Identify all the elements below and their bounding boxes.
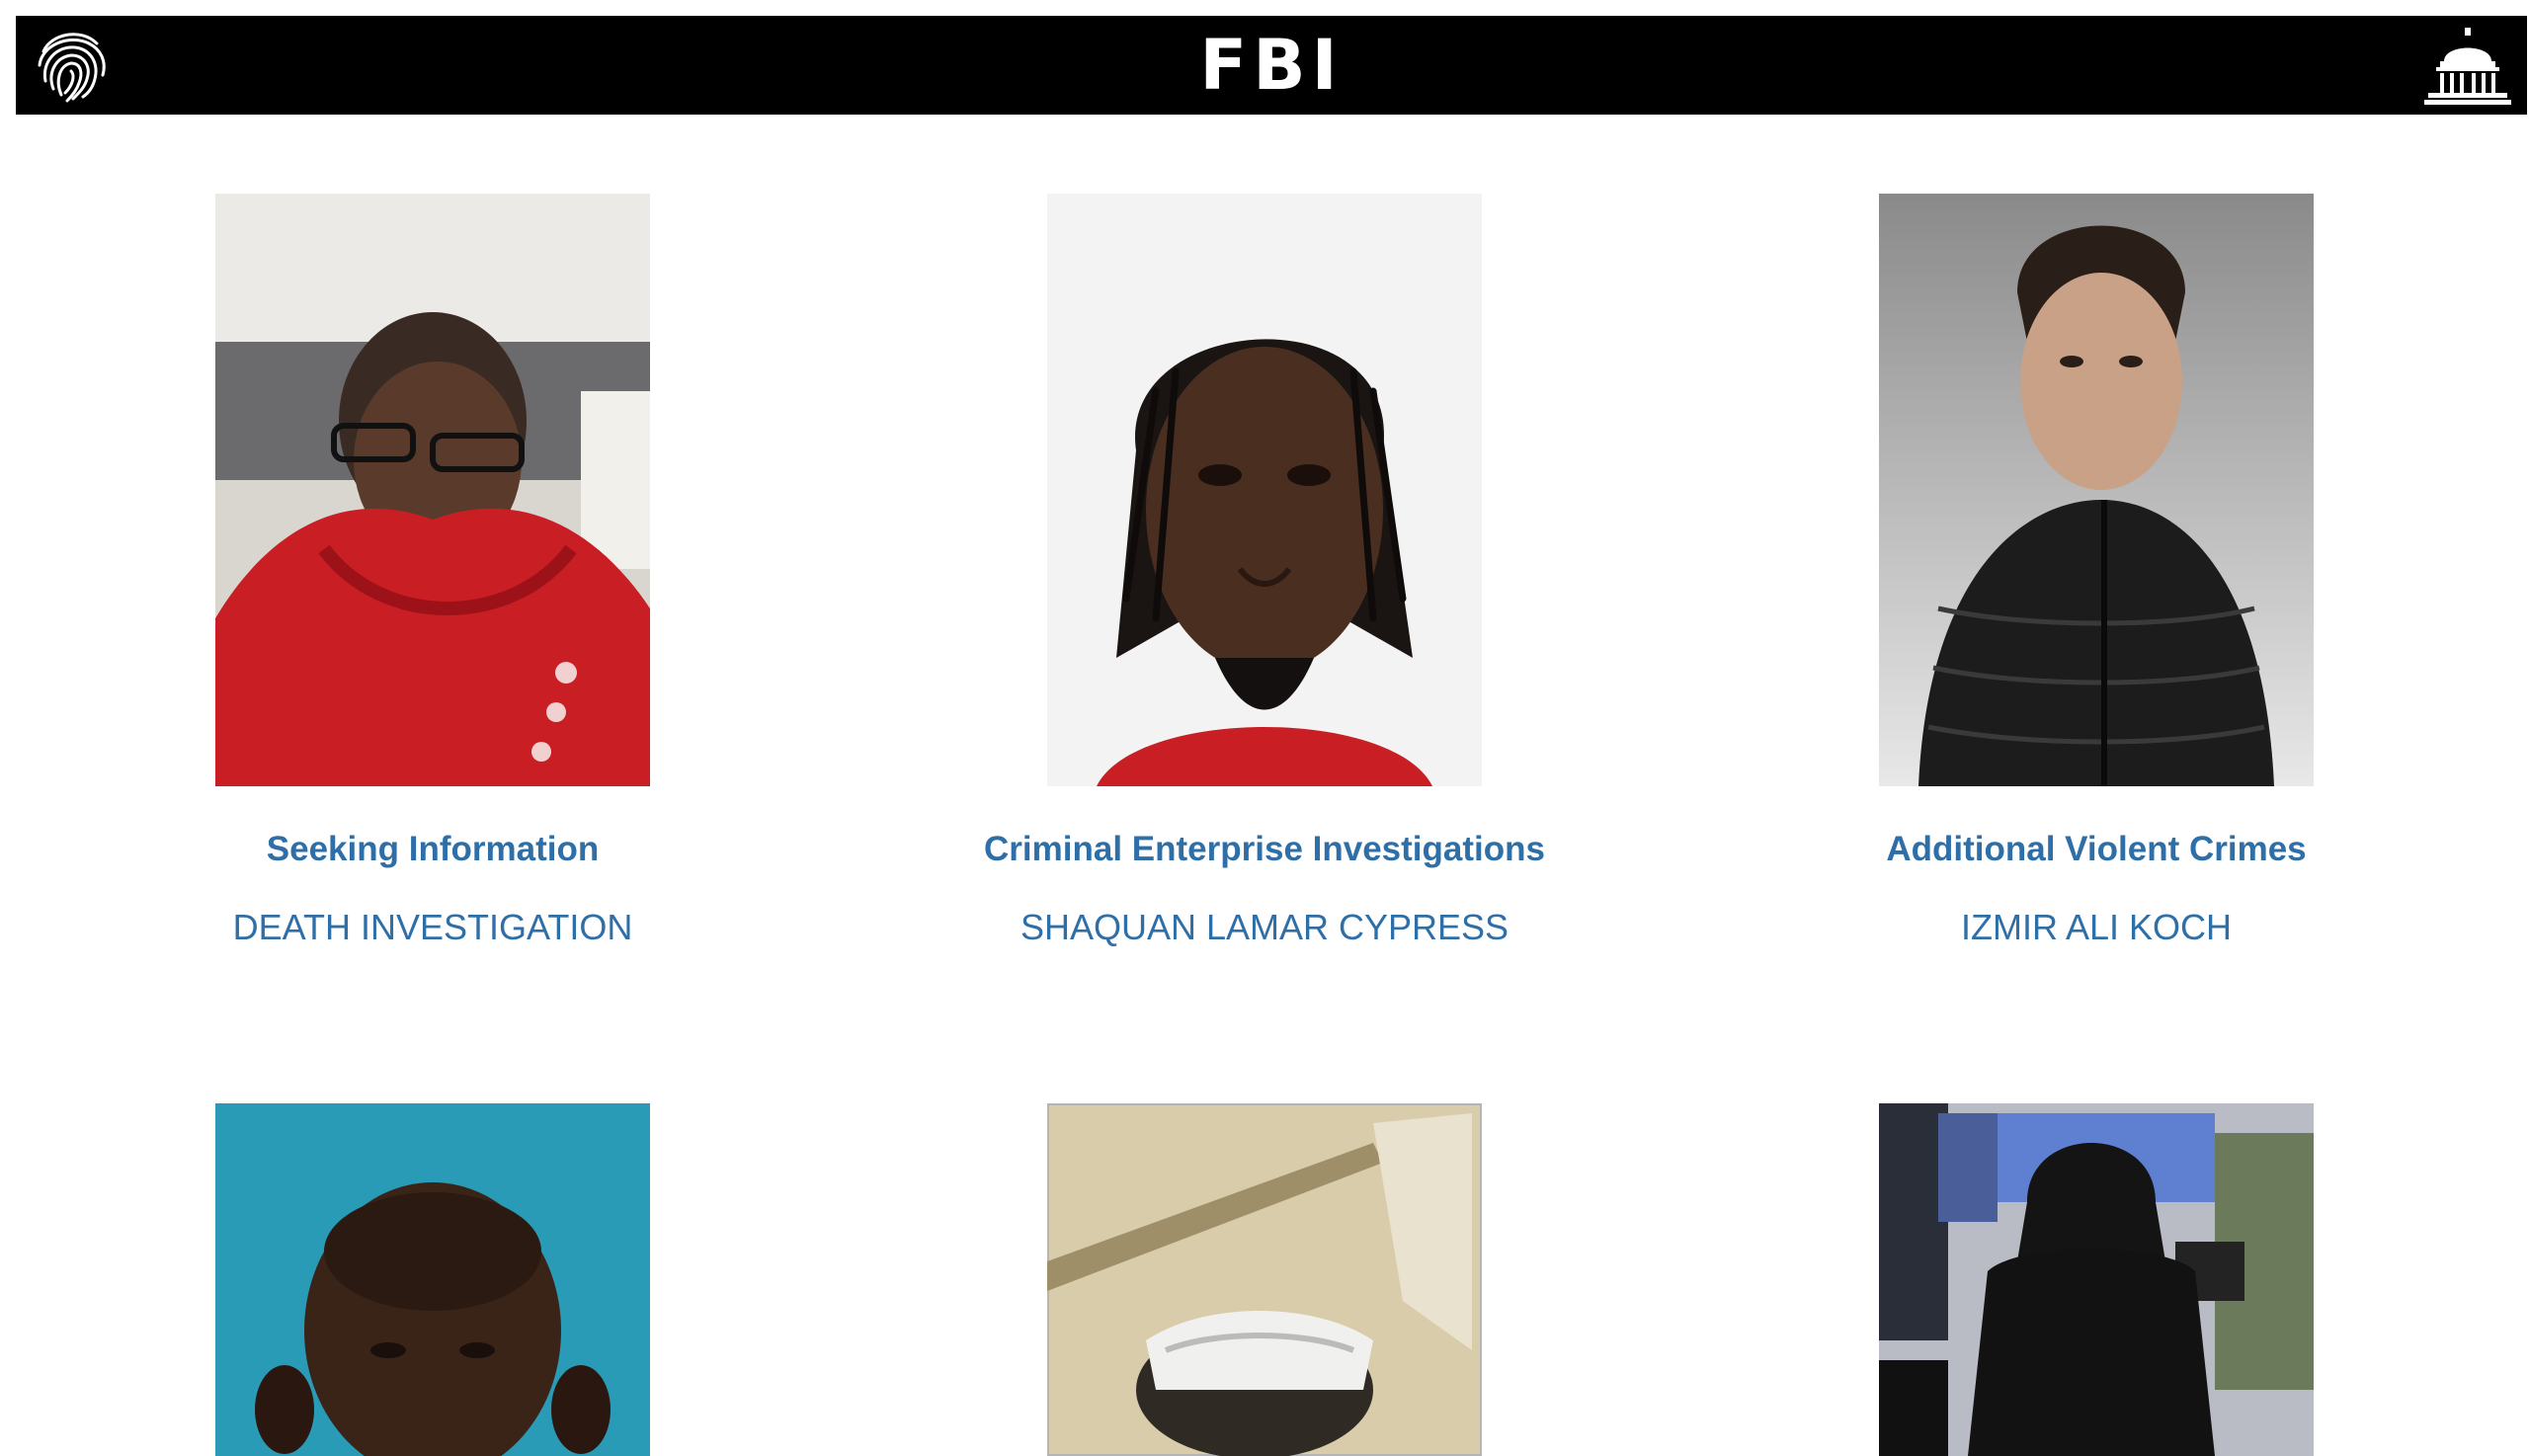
person-photo[interactable] [215,194,650,786]
person-photo[interactable] [215,1103,650,1456]
wanted-card[interactable] [848,1103,1681,1456]
case-title-link[interactable]: SHAQUAN LAMAR CYPRESS [848,907,1681,948]
case-title-link[interactable]: DEATH INVESTIGATION [16,907,850,948]
case-title-link[interactable]: IZMIR ALI KOCH [1679,907,2513,948]
case-category-link[interactable]: Additional Violent Crimes [1679,830,2513,869]
case-category-link[interactable]: Criminal Enterprise Investigations [848,830,1681,869]
wanted-card[interactable] [1679,1103,2513,1456]
wanted-card[interactable]: Additional Violent Crimes IZMIR ALI KOCH [1679,194,2513,948]
person-photo[interactable] [1879,194,2314,786]
wanted-card[interactable] [16,1103,850,1456]
person-photo[interactable] [1047,194,1482,786]
case-category-link[interactable]: Seeking Information [16,830,850,869]
wanted-card[interactable]: Seeking Information DEATH INVESTIGATION [16,194,850,948]
person-photo[interactable] [1879,1103,2314,1456]
wanted-card[interactable]: Criminal Enterprise Investigations SHAQU… [848,194,1681,948]
wanted-grid: Seeking Information DEATH INVESTIGATION [0,0,2529,1456]
person-photo[interactable] [1047,1103,1482,1456]
